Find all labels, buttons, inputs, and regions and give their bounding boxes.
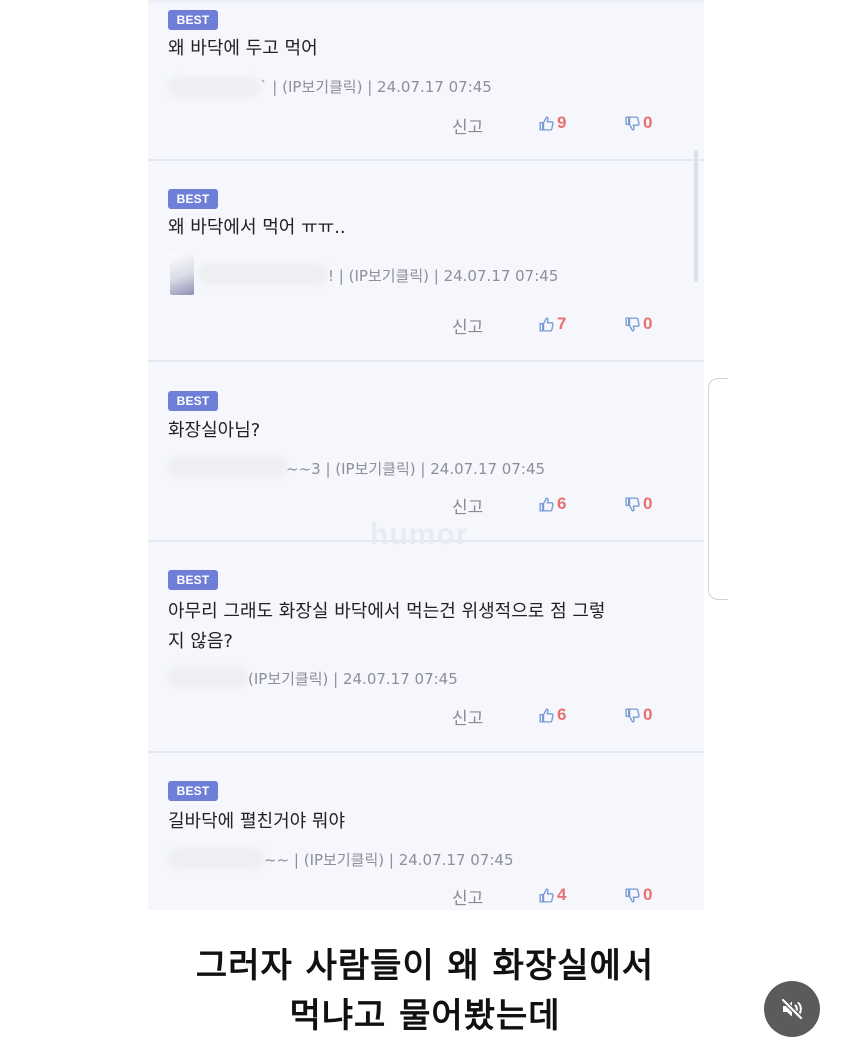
dislike-button[interactable]: 0 bbox=[624, 113, 652, 133]
comment-item: BEST 아무리 그래도 화장실 바닥에서 먹는건 위생적으로 점 그렇 지 않… bbox=[148, 542, 704, 752]
comment-text: 왜 바닥에서 먹어 ㅠㅠ.. bbox=[168, 217, 346, 238]
comment-text-line1: 아무리 그래도 화장실 바닥에서 먹는건 위생적으로 점 그렇 bbox=[168, 601, 606, 622]
comment-meta: ~~3 | (IP보기클릭) | 24.07.17 07:45 bbox=[286, 460, 546, 478]
user-avatar bbox=[170, 253, 194, 295]
like-button[interactable]: 6 bbox=[538, 705, 566, 725]
report-button[interactable]: 신고 bbox=[452, 704, 483, 729]
comment-text: 왜 바닥에 두고 먹어 bbox=[168, 38, 318, 59]
dislike-count: 0 bbox=[643, 705, 653, 724]
thumbs-up-icon bbox=[538, 115, 555, 132]
mute-button[interactable] bbox=[764, 981, 820, 1037]
site-watermark: humor bbox=[370, 518, 469, 551]
scrollbar-thumb[interactable] bbox=[694, 150, 698, 282]
comment-text: 화장실아님? bbox=[168, 420, 261, 441]
comment-item: BEST 길바닥에 펼친거야 뭐야 ~~ | (IP보기클릭) | 24.07.… bbox=[148, 753, 704, 910]
like-button[interactable]: 9 bbox=[538, 113, 566, 133]
side-edge-handle bbox=[708, 378, 728, 600]
thumbs-up-icon bbox=[538, 707, 555, 724]
redacted-nickname bbox=[168, 456, 288, 478]
like-count: 7 bbox=[557, 314, 567, 333]
like-count: 6 bbox=[557, 705, 567, 724]
comment-meta: ~~ | (IP보기클릭) | 24.07.17 07:45 bbox=[264, 851, 514, 869]
redacted-nickname bbox=[198, 263, 328, 285]
like-button[interactable]: 7 bbox=[538, 314, 566, 334]
comment-text-line2: 지 않음? bbox=[168, 631, 233, 652]
thumbs-down-icon bbox=[624, 115, 641, 132]
dislike-button[interactable]: 0 bbox=[624, 885, 652, 905]
caption-line-1: 그러자 사람들이 왜 화장실에서 bbox=[195, 946, 655, 986]
dislike-count: 0 bbox=[643, 885, 653, 904]
dislike-button[interactable]: 0 bbox=[624, 705, 652, 725]
caption-line-2: 먹냐고 물어봤는데 bbox=[289, 996, 561, 1036]
comment-meta: (IP보기클릭) | 24.07.17 07:45 bbox=[248, 670, 458, 688]
dislike-button[interactable]: 0 bbox=[624, 494, 652, 514]
comment-item: BEST 화장실아님? ~~3 | (IP보기클릭) | 24.07.17 07… bbox=[148, 362, 704, 542]
redacted-nickname bbox=[168, 847, 264, 869]
best-badge: BEST bbox=[168, 189, 218, 209]
thumbs-up-icon bbox=[538, 316, 555, 333]
thumbs-down-icon bbox=[624, 887, 641, 904]
report-button[interactable]: 신고 bbox=[452, 493, 483, 518]
dislike-count: 0 bbox=[643, 113, 653, 132]
thumbs-up-icon bbox=[538, 887, 555, 904]
thumbs-down-icon bbox=[624, 707, 641, 724]
comment-meta: ! | (IP보기클릭) | 24.07.17 07:45 bbox=[328, 267, 559, 285]
best-badge: BEST bbox=[168, 10, 218, 30]
best-badge: BEST bbox=[168, 781, 218, 801]
comment-item: BEST 왜 바닥에 두고 먹어 ` | (IP보기클릭) | 24.07.17… bbox=[148, 0, 704, 160]
thumbs-down-icon bbox=[624, 316, 641, 333]
comment-text: 길바닥에 펼친거야 뭐야 bbox=[168, 811, 346, 832]
report-button[interactable]: 신고 bbox=[452, 884, 483, 909]
dislike-count: 0 bbox=[643, 494, 653, 513]
best-badge: BEST bbox=[168, 391, 218, 411]
comment-list-panel: BEST 왜 바닥에 두고 먹어 ` | (IP보기클릭) | 24.07.17… bbox=[148, 0, 704, 910]
thumbs-down-icon bbox=[624, 496, 641, 513]
like-count: 9 bbox=[557, 113, 567, 132]
redacted-nickname bbox=[168, 666, 248, 688]
dislike-count: 0 bbox=[643, 314, 653, 333]
comment-meta: ` | (IP보기클릭) | 24.07.17 07:45 bbox=[260, 78, 492, 96]
comment-item: BEST 왜 바닥에서 먹어 ㅠㅠ.. ! | (IP보기클릭) | 24.07… bbox=[148, 161, 704, 361]
like-count: 6 bbox=[557, 494, 567, 513]
like-button[interactable]: 4 bbox=[538, 885, 566, 905]
best-badge: BEST bbox=[168, 570, 218, 590]
speaker-muted-icon bbox=[780, 997, 804, 1021]
report-button[interactable]: 신고 bbox=[452, 313, 483, 338]
report-button[interactable]: 신고 bbox=[452, 113, 483, 138]
thumbs-up-icon bbox=[538, 496, 555, 513]
like-count: 4 bbox=[557, 885, 567, 904]
dislike-button[interactable]: 0 bbox=[624, 314, 652, 334]
redacted-nickname bbox=[168, 76, 260, 98]
like-button[interactable]: 6 bbox=[538, 494, 566, 514]
